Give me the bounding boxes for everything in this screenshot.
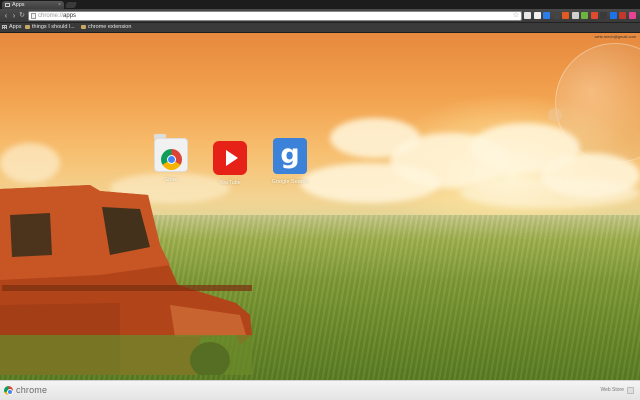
cloud	[460, 178, 640, 208]
app-label: Google Search	[271, 179, 309, 185]
extension-icon[interactable]	[581, 12, 588, 19]
address-bar[interactable]: chrome://apps ☆	[28, 11, 522, 21]
web-store-link[interactable]: Web Store	[600, 387, 634, 394]
forward-button[interactable]: ›	[10, 12, 18, 20]
youtube-icon	[213, 141, 247, 175]
extension-icon[interactable]	[524, 12, 531, 19]
bookmark-folder-chrome-extension[interactable]: chrome extension	[81, 23, 131, 32]
tab-apps[interactable]: Apps ×	[2, 1, 64, 9]
tab-title: Apps	[12, 2, 25, 8]
old-truck-image	[0, 185, 252, 375]
extension-icon[interactable]	[619, 12, 626, 19]
extension-icon[interactable]	[533, 12, 541, 19]
tab-close-icon[interactable]: ×	[58, 1, 61, 9]
web-store-label: Web Store	[600, 387, 624, 393]
cloud	[300, 163, 440, 203]
bookmark-label: chrome extension	[88, 24, 132, 30]
bookmark-label: Apps	[9, 24, 22, 30]
back-button[interactable]: ‹	[2, 12, 10, 20]
toolbar: ‹ › ↻ chrome://apps ☆	[0, 9, 640, 23]
window-controls	[610, 0, 640, 9]
user-email[interactable]: wetc.mech@gmail.com	[595, 34, 636, 39]
app-store[interactable]: Store	[141, 134, 201, 183]
app-label: Store	[164, 177, 178, 183]
web-store-icon	[627, 387, 634, 394]
wallpaper: Store YouTube g Google Search	[0, 33, 640, 380]
extension-icon[interactable]	[590, 12, 598, 19]
new-tab-button[interactable]	[64, 2, 78, 8]
bookmark-folder-things[interactable]: things I should l...	[25, 23, 75, 32]
google-search-icon: g	[273, 138, 307, 174]
chrome-logo-icon	[4, 386, 13, 395]
url-scheme: chrome://	[38, 13, 64, 19]
folder-icon	[25, 25, 30, 29]
folder-icon	[81, 25, 86, 29]
bookmarks-bar: Apps things I should l... chrome extensi…	[0, 23, 640, 33]
extension-icon[interactable]	[562, 12, 569, 19]
tab-strip: Apps ×	[0, 0, 640, 9]
extension-icon[interactable]	[609, 12, 617, 19]
apps-grid-icon	[2, 25, 7, 29]
small-moon-decoration	[548, 108, 562, 122]
extension-icon[interactable]	[628, 12, 636, 19]
app-google-search[interactable]: g Google Search	[260, 138, 320, 185]
extension-icon[interactable]	[552, 12, 560, 19]
cloud	[0, 143, 60, 183]
extension-icon[interactable]	[600, 12, 607, 19]
url-path: apps	[63, 13, 77, 19]
page-icon	[31, 13, 36, 19]
extension-icon[interactable]	[571, 12, 579, 19]
chrome-web-store-icon	[154, 134, 188, 172]
bottom-bar: chrome Web Store	[0, 380, 640, 400]
bookmark-star-icon[interactable]: ☆	[513, 12, 519, 20]
apps-tab-icon	[5, 3, 10, 7]
bookmark-label: things I should l...	[32, 24, 75, 30]
app-label: YouTube	[219, 180, 241, 186]
reload-button[interactable]: ↻	[18, 12, 26, 20]
app-youtube[interactable]: YouTube	[200, 141, 260, 186]
bookmark-apps[interactable]: Apps	[2, 23, 22, 32]
extension-icon[interactable]	[543, 12, 550, 19]
chrome-brand-text: chrome	[16, 385, 48, 395]
